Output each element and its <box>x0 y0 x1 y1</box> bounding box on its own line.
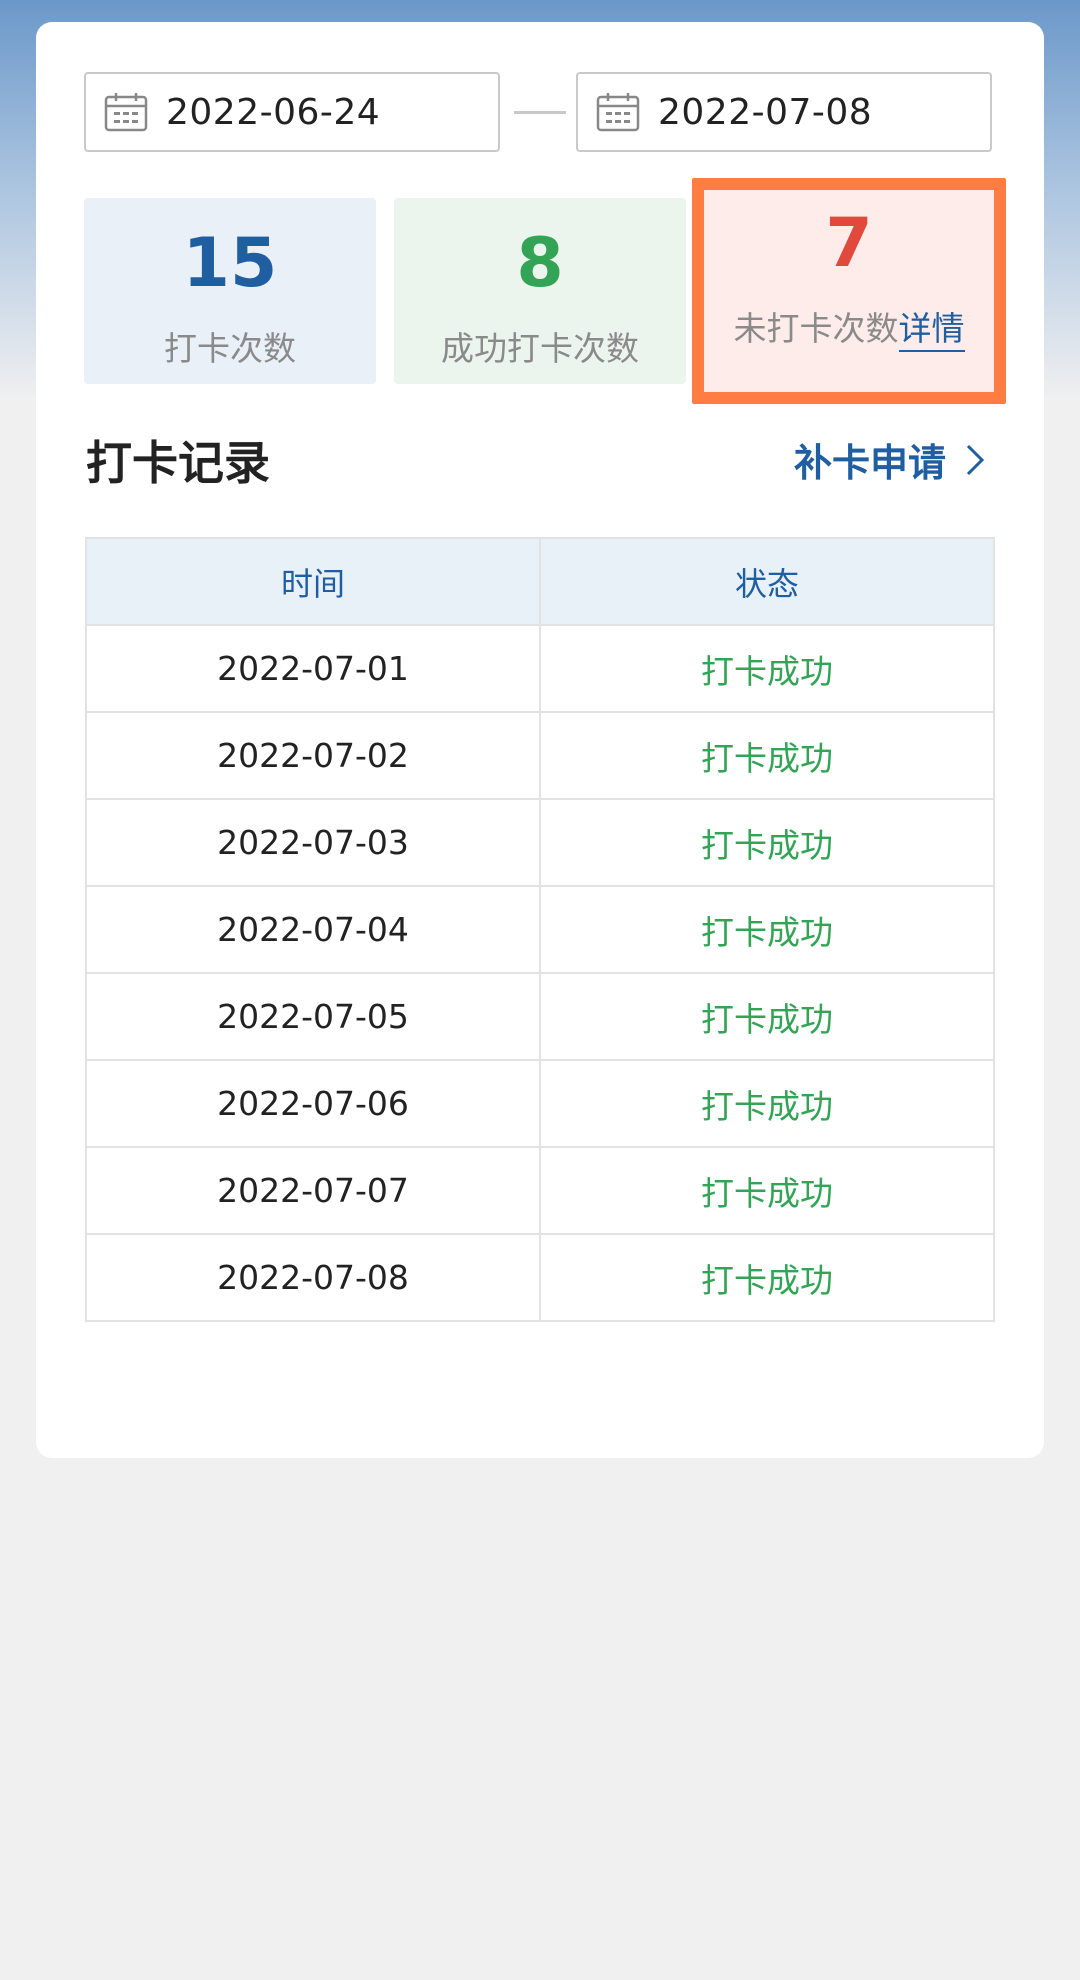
table-header-row: 时间 状态 <box>85 537 995 626</box>
stat-success-checkins: 8 成功打卡次数 <box>394 198 686 384</box>
missed-detail-link[interactable]: 详情 <box>898 309 965 352</box>
record-time: 2022-07-04 <box>85 885 541 974</box>
records-title: 打卡记录 <box>86 436 270 490</box>
records-table: 时间 状态 2022-07-01 打卡成功 2022-07-02 打卡成功 20… <box>85 537 995 1322</box>
record-time: 2022-07-02 <box>85 711 541 800</box>
record-status: 打卡成功 <box>539 798 995 887</box>
start-date-value: 2022-06-24 <box>166 91 381 133</box>
start-date-picker[interactable]: 2022-06-24 <box>84 72 500 152</box>
table-row: 2022-07-01 打卡成功 <box>85 624 995 713</box>
record-status: 打卡成功 <box>539 1059 995 1148</box>
stat-total-label: 打卡次数 <box>164 329 296 368</box>
end-date-value: 2022-07-08 <box>658 91 873 133</box>
table-row: 2022-07-05 打卡成功 <box>85 972 995 1061</box>
date-range-separator <box>514 111 566 114</box>
calendar-icon <box>596 92 640 132</box>
stat-missed-label: 未打卡次数 <box>733 309 899 348</box>
record-time: 2022-07-01 <box>85 624 541 713</box>
end-date-picker[interactable]: 2022-07-08 <box>576 72 992 152</box>
table-row: 2022-07-04 打卡成功 <box>85 885 995 974</box>
table-row: 2022-07-06 打卡成功 <box>85 1059 995 1148</box>
table-row: 2022-07-02 打卡成功 <box>85 711 995 800</box>
stat-missed-checkins[interactable]: 7 未打卡次数详情 <box>692 178 1006 404</box>
record-status: 打卡成功 <box>539 624 995 713</box>
record-time: 2022-07-07 <box>85 1146 541 1235</box>
stat-success-label: 成功打卡次数 <box>441 329 639 368</box>
table-row: 2022-07-03 打卡成功 <box>85 798 995 887</box>
column-header-status: 状态 <box>539 537 995 626</box>
record-status: 打卡成功 <box>539 711 995 800</box>
reissue-request-label: 补卡申请 <box>793 441 946 485</box>
stat-missed-label-row: 未打卡次数详情 <box>704 302 994 352</box>
record-time: 2022-07-08 <box>85 1233 541 1322</box>
stat-success-value: 8 <box>516 224 564 303</box>
stat-total-value: 15 <box>182 224 278 303</box>
record-time: 2022-07-03 <box>85 798 541 887</box>
attendance-card: 2022-06-24 2022-07-08 15 打卡次数 8 成功打卡次数 7… <box>36 22 1044 1458</box>
reissue-request-button[interactable]: 补卡申请 <box>794 432 986 487</box>
record-time: 2022-07-05 <box>85 972 541 1061</box>
record-status: 打卡成功 <box>539 1146 995 1235</box>
calendar-icon <box>104 92 148 132</box>
table-row: 2022-07-07 打卡成功 <box>85 1146 995 1235</box>
record-time: 2022-07-06 <box>85 1059 541 1148</box>
record-status: 打卡成功 <box>539 972 995 1061</box>
table-row: 2022-07-08 打卡成功 <box>85 1233 995 1322</box>
chevron-right-icon <box>964 442 986 478</box>
column-header-time: 时间 <box>85 537 541 626</box>
stat-total-checkins: 15 打卡次数 <box>84 198 376 384</box>
record-status: 打卡成功 <box>539 1233 995 1322</box>
stat-missed-value: 7 <box>825 204 873 283</box>
record-status: 打卡成功 <box>539 885 995 974</box>
